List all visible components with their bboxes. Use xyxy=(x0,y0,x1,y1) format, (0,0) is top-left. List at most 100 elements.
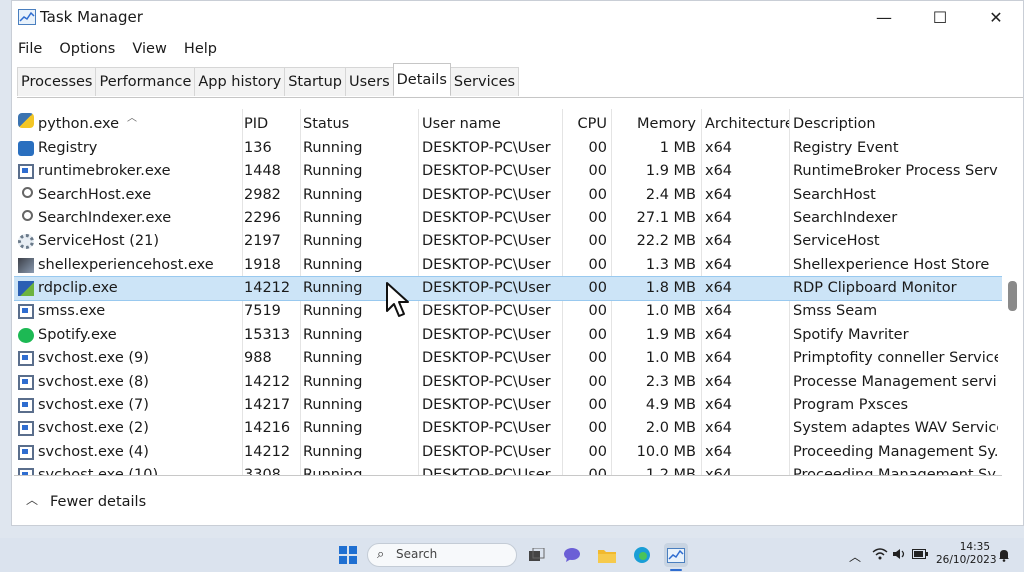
cell-process-name: runtimebroker.exe xyxy=(38,163,171,180)
cell-user-name: DESKTOP-PC\User xyxy=(422,443,551,460)
task-view-icon[interactable] xyxy=(525,543,549,567)
table-row[interactable]: rdpclip.exe 14212 Running DESKTOP-PC\User 00… xyxy=(14,276,1002,302)
cell-memory: 1 MB xyxy=(659,140,696,156)
process-icon xyxy=(18,421,34,437)
footer-bar: ︿ Fewer details xyxy=(12,477,1023,527)
cell-pid: 136 xyxy=(244,140,272,156)
cell-memory: 1.3 MB xyxy=(645,256,696,273)
notification-bell-icon[interactable] xyxy=(997,548,1011,562)
tab-processes[interactable]: Processes xyxy=(17,67,97,96)
column-header-description[interactable]: Description xyxy=(793,109,998,139)
cell-process-name: SearchIndexer.exe xyxy=(38,210,172,227)
table-row[interactable]: svchost.exe (4) 14212 Running DESKTOP-PC\Us… xyxy=(14,441,1002,464)
tab-details[interactable]: Details xyxy=(392,63,451,95)
title-bar[interactable]: Task Manager — ☐ ✕ xyxy=(12,1,1023,35)
cell-process-name: Spotify.exe xyxy=(38,326,117,343)
table-row[interactable]: Spotify.exe 15313 Running DESKTOP-PC\User 00… xyxy=(14,324,1002,347)
cell-pid: 14212 xyxy=(244,280,291,297)
cell-user-name: DESKTOP-PC\User xyxy=(422,396,551,413)
minimize-button[interactable]: — xyxy=(856,1,912,33)
column-header-memory[interactable]: Memory xyxy=(612,109,696,139)
table-row[interactable]: svchost.exe (2) 14216 Running DESKTOP-PC\Us… xyxy=(14,417,1002,440)
table-row[interactable]: svchost.exe (8) 14212 Running DESKTOP-PC\Us… xyxy=(14,371,1002,394)
cell-cpu: 00 xyxy=(588,443,607,460)
start-windows-icon[interactable] xyxy=(336,543,360,567)
column-header-pid[interactable]: PID xyxy=(244,109,298,139)
cell-architecture: x64 xyxy=(705,210,733,227)
file-explorer-icon[interactable] xyxy=(595,543,619,567)
process-icon xyxy=(18,467,34,475)
taskbar-search-box[interactable]: ⌕ Search xyxy=(367,543,517,567)
wifi-icon[interactable] xyxy=(872,548,888,560)
cell-architecture: x64 xyxy=(705,303,733,320)
process-icon xyxy=(18,397,34,413)
chat-icon[interactable] xyxy=(560,543,584,567)
column-header-name[interactable]: python.exe xyxy=(38,109,238,139)
menu-help[interactable]: Help xyxy=(178,38,223,60)
cell-architecture: x64 xyxy=(705,350,733,367)
chevron-up-icon[interactable]: ︿ xyxy=(26,491,38,508)
cell-pid: 14217 xyxy=(244,396,291,413)
process-icon xyxy=(18,351,34,367)
cell-status: Running xyxy=(303,373,363,390)
cell-user-name: DESKTOP-PC\User xyxy=(422,140,551,156)
tab-startup[interactable]: Startup xyxy=(284,67,347,96)
table-row[interactable]: svchost.exe (9) 988 Running DESKTOP-PC\User… xyxy=(14,347,1002,370)
cell-status: Running xyxy=(303,443,363,460)
close-button[interactable]: ✕ xyxy=(968,1,1024,33)
column-header-architecture[interactable]: Architecture xyxy=(705,109,789,139)
table-row[interactable]: SearchIndexer.exe 2296 Running DESKTOP-PC\U… xyxy=(14,207,1002,230)
cell-memory: 1.9 MB xyxy=(645,326,696,343)
menu-bar: File Options View Help xyxy=(12,38,223,60)
system-clock[interactable]: 14:35 26/10/2023 xyxy=(936,541,997,567)
table-row[interactable]: smss.exe 7519 Running DESKTOP-PC\User 00 1.0 … xyxy=(14,300,1002,323)
cell-description: SearchHost xyxy=(793,186,876,203)
cell-pid: 3308 xyxy=(244,466,281,476)
table-row[interactable]: svchost.exe (7) 14217 Running DESKTOP-PC\Us… xyxy=(14,394,1002,417)
cell-pid: 7519 xyxy=(244,303,281,320)
tab-performance[interactable]: Performance xyxy=(95,67,196,96)
cell-description: Proceeding Management Sy... xyxy=(793,443,998,460)
table-row[interactable]: Registry 136 Running DESKTOP-PC\User 00 1 MB x… xyxy=(14,137,1002,160)
cell-architecture: x64 xyxy=(705,396,733,413)
battery-icon[interactable] xyxy=(912,549,928,559)
cell-description: Registry Event xyxy=(793,140,899,156)
edge-browser-icon[interactable] xyxy=(630,543,654,567)
cell-memory: 2.0 MB xyxy=(645,420,696,437)
cell-status: Running xyxy=(303,256,363,273)
menu-view[interactable]: View xyxy=(126,38,172,60)
column-header-status[interactable]: Status xyxy=(303,109,413,139)
tab-app-history[interactable]: App history xyxy=(194,67,286,96)
cell-process-name: smss.exe xyxy=(38,303,106,320)
column-header-user-name[interactable]: User name xyxy=(422,109,560,139)
cell-cpu: 00 xyxy=(588,256,607,273)
details-table: ︿ python.exe PID Status User name CPU Me… xyxy=(14,109,1002,476)
task-manager-taskbar-icon[interactable] xyxy=(664,543,688,567)
column-header-cpu[interactable]: CPU xyxy=(563,109,607,139)
table-row[interactable]: shellexperiencehost.exe 1918 Running DESKTO… xyxy=(14,254,1002,277)
table-row[interactable]: runtimebroker.exe 1448 Running DESKTOP-PC\U… xyxy=(14,160,1002,183)
fewer-details-link[interactable]: Fewer details xyxy=(50,494,146,510)
cell-pid: 2296 xyxy=(244,210,281,227)
cell-process-name: SearchHost.exe xyxy=(38,186,152,203)
maximize-button[interactable]: ☐ xyxy=(912,1,968,33)
scrollbar-thumb[interactable] xyxy=(1008,281,1017,311)
taskbar: ⌕ Search ︿ 14:35 26/10/2023 xyxy=(0,538,1024,572)
table-row[interactable]: svchost.exe (10) 3308 Running DESKTOP-PC\Us… xyxy=(14,464,1002,476)
menu-file[interactable]: File xyxy=(12,38,48,60)
volume-icon[interactable] xyxy=(892,548,906,560)
cell-description: Primptofity conneller Service xyxy=(793,350,998,367)
cell-memory: 1.0 MB xyxy=(645,303,696,320)
menu-options[interactable]: Options xyxy=(53,38,121,60)
cell-status: Running xyxy=(303,350,363,367)
table-row[interactable]: ServiceHost (21) 2197 Running DESKTOP-PC\Us… xyxy=(14,230,1002,253)
cell-status: Running xyxy=(303,210,363,227)
tab-users[interactable]: Users xyxy=(345,67,394,96)
chevron-up-icon[interactable]: ︿ xyxy=(849,548,861,565)
cell-process-name: svchost.exe (8) xyxy=(38,373,149,390)
cell-cpu: 00 xyxy=(588,163,607,180)
search-icon: ⌕ xyxy=(377,547,385,562)
cell-pid: 15313 xyxy=(244,326,291,343)
tab-services[interactable]: Services xyxy=(449,67,520,96)
table-row[interactable]: SearchHost.exe 2982 Running DESKTOP-PC\User… xyxy=(14,184,1002,207)
